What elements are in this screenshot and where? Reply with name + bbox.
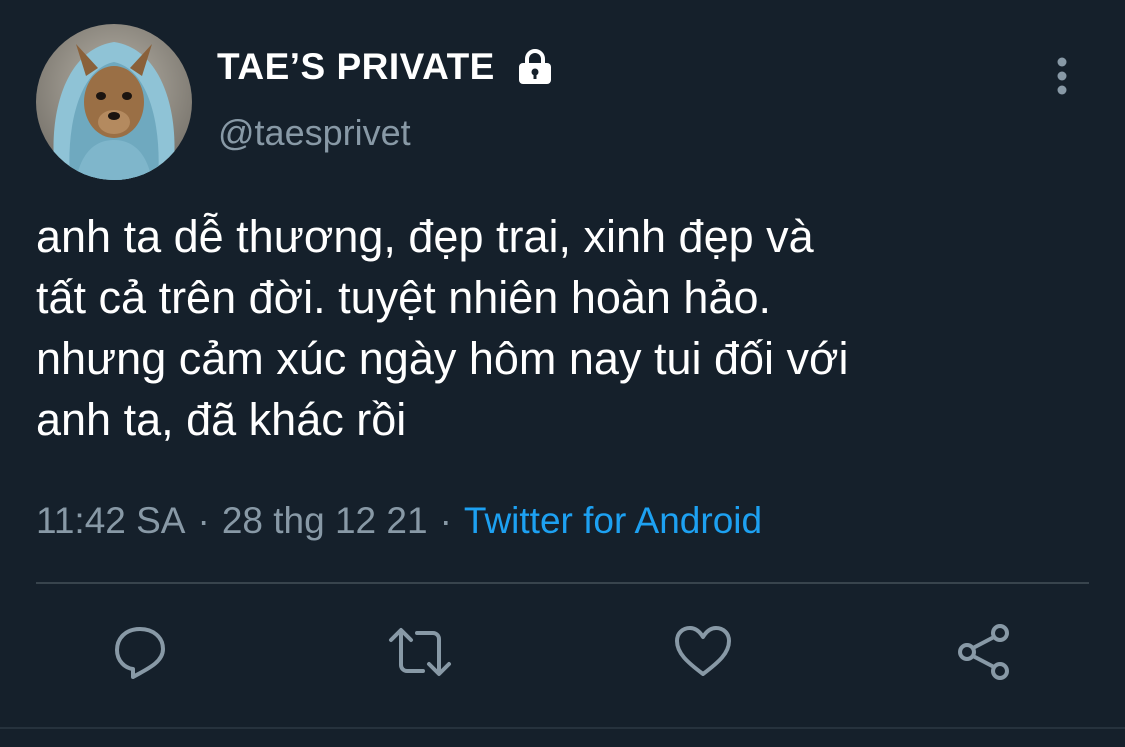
dog-avatar-image	[36, 24, 192, 180]
lock-icon	[515, 49, 555, 85]
meta-separator: ·	[439, 500, 452, 541]
retweet-button[interactable]	[387, 623, 453, 686]
more-vertical-icon[interactable]	[1048, 52, 1076, 100]
heart-icon	[673, 624, 733, 685]
author-display-name[interactable]: TAE’S PRIVATE	[217, 46, 495, 88]
tweet-text-line: anh ta dễ thương, đẹp trai, xinh đẹp và	[36, 211, 814, 262]
tweet-text-line: tất cả trên đời. tuyệt nhiên hoàn hảo.	[36, 272, 772, 323]
reply-button[interactable]	[110, 624, 170, 684]
avatar[interactable]	[36, 24, 192, 180]
reply-icon	[111, 623, 169, 686]
meta-separator: ·	[197, 500, 210, 541]
author-name-row: TAE’S PRIVATE	[217, 44, 555, 90]
share-icon	[954, 622, 1014, 687]
tweet-meta: 11:42 SA · 28 thg 12 21 · Twitter for An…	[36, 500, 762, 542]
like-button[interactable]	[673, 624, 733, 684]
tweet-date[interactable]: 28 thg 12 21	[222, 500, 428, 542]
tweet-text-line: anh ta, đã khác rồi	[36, 394, 407, 445]
tweet-text-line: nhưng cảm xúc ngày hôm nay tui đối với	[36, 333, 849, 384]
author-handle[interactable]: @taesprivet	[218, 112, 411, 154]
bottom-divider	[0, 727, 1125, 729]
tweet-text: anh ta dễ thương, đẹp trai, xinh đẹp và …	[36, 206, 1096, 450]
divider	[36, 582, 1089, 584]
retweet-icon	[387, 623, 453, 686]
tweet-source-link[interactable]: Twitter for Android	[464, 500, 762, 542]
share-button[interactable]	[954, 622, 1014, 687]
tweet-time[interactable]: 11:42 SA	[36, 500, 185, 542]
